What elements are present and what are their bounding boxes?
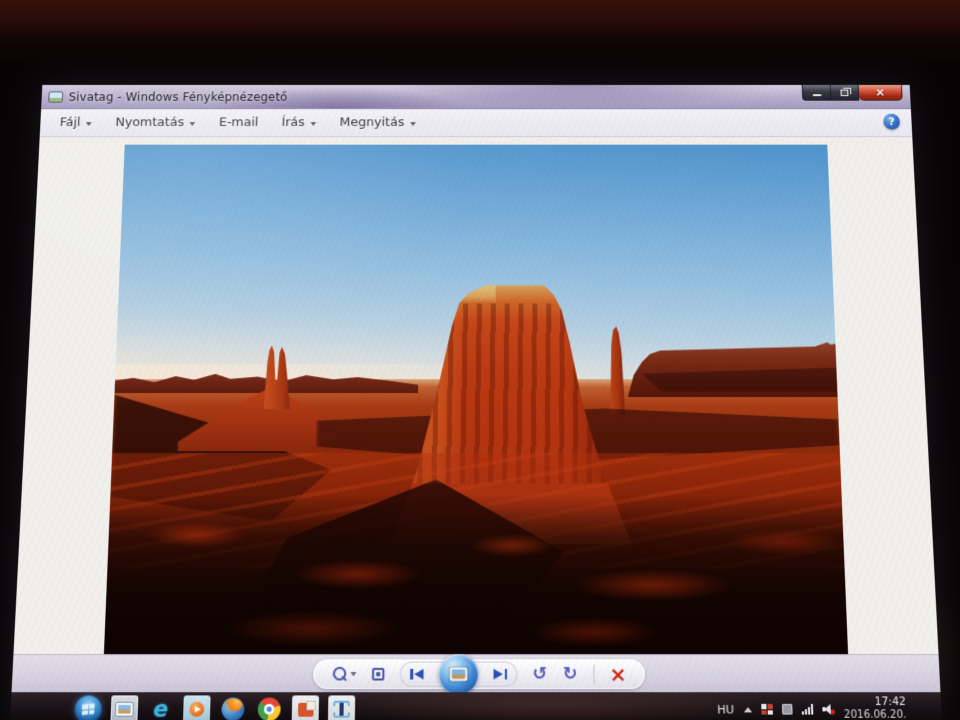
room-background-top: [0, 0, 960, 70]
delete-icon: ×: [609, 661, 627, 687]
actual-size-button[interactable]: [371, 659, 385, 689]
navigation-group: [399, 654, 518, 695]
rotate-ccw-icon: ↺: [532, 663, 548, 685]
menu-megnyitas[interactable]: Megnyitás: [328, 109, 428, 136]
delete-button[interactable]: ×: [609, 659, 627, 689]
windows-logo-icon: [81, 703, 95, 716]
close-button[interactable]: ×: [858, 84, 903, 101]
chevron-down-icon: [189, 121, 196, 126]
rotate-clockwise-button[interactable]: ↻: [563, 659, 578, 689]
rotate-counterclockwise-button[interactable]: ↺: [533, 659, 548, 689]
action-center-flag-icon[interactable]: [760, 703, 773, 715]
viewer-controls: ↺ ↻ ×: [313, 654, 646, 695]
internet-explorer-icon: e: [152, 695, 169, 720]
next-icon: [493, 669, 507, 680]
desert-photo: [103, 144, 849, 655]
rotate-cw-icon: ↻: [562, 663, 578, 685]
media-player-icon: [189, 701, 205, 717]
taskbar-internet-explorer[interactable]: e: [147, 695, 175, 720]
help-icon[interactable]: ?: [883, 113, 901, 130]
taskbar-powerpoint[interactable]: [291, 695, 320, 720]
viewer-client-area: [13, 137, 939, 655]
minimize-button[interactable]: [801, 84, 832, 101]
previous-button[interactable]: [410, 662, 425, 687]
taskbar-firefox[interactable]: [219, 695, 247, 720]
window-controls: ×: [801, 84, 903, 101]
photo-viewer-window-icon: [48, 90, 64, 103]
restore-icon: [840, 89, 849, 96]
toolbar-divider: [592, 664, 595, 684]
capture-tool-icon: [333, 701, 350, 718]
photographed-monitor-scene: Sivatag - Windows Fényképnézegető × Fájl…: [0, 0, 960, 720]
window-titlebar[interactable]: Sivatag - Windows Fényképnézegető ×: [41, 84, 911, 110]
window-title: Sivatag - Windows Fényképnézegető: [68, 90, 288, 104]
clock-time: 17:42: [874, 695, 907, 709]
close-icon: ×: [874, 85, 886, 99]
photo-foreground-mottle: [103, 474, 849, 655]
menu-fajl[interactable]: Fájl: [47, 109, 104, 136]
chevron-down-icon: [410, 121, 416, 126]
minimize-icon: [812, 93, 821, 96]
taskbar-media-player[interactable]: [182, 695, 211, 720]
taskbar-capture-tool[interactable]: [327, 695, 356, 720]
firefox-icon: [221, 697, 245, 720]
menubar: Fájl Nyomtatás E-mail Írás Megnyitás ?: [39, 109, 913, 138]
system-tray: HU 17:42 2016.06.20.: [717, 696, 942, 720]
magnifier-icon: [332, 667, 347, 682]
chevron-down-icon: [310, 121, 317, 126]
monitor-screen: Sivatag - Windows Fényképnézegető × Fájl…: [9, 84, 943, 720]
actual-size-icon: [371, 667, 385, 681]
language-indicator[interactable]: HU: [717, 702, 734, 716]
chevron-down-icon: [350, 672, 357, 677]
taskbar-chrome[interactable]: [255, 695, 283, 720]
network-signal-icon[interactable]: [801, 703, 813, 715]
start-button[interactable]: [74, 695, 103, 720]
taskbar-clock[interactable]: 17:42 2016.06.20.: [843, 696, 907, 720]
powerpoint-icon: [297, 702, 314, 717]
menu-nyomtatas[interactable]: Nyomtatás: [103, 109, 208, 136]
chrome-icon: [257, 697, 281, 720]
chevron-down-icon: [86, 121, 93, 126]
hidden-icons-arrow-icon[interactable]: [743, 706, 752, 712]
play-slideshow-button[interactable]: [438, 654, 479, 695]
photo-viewer-icon: [114, 701, 134, 717]
taskbar: e HU 17:42 2016.06.20.: [9, 692, 943, 720]
clock-date: 2016.06.20.: [843, 709, 907, 720]
menu-iras[interactable]: Írás: [270, 109, 329, 136]
zoom-button[interactable]: [332, 659, 357, 689]
viewer-toolbar: ↺ ↻ ×: [11, 654, 941, 695]
tray-app-icon[interactable]: [781, 703, 793, 715]
taskbar-photo-viewer[interactable]: [110, 695, 139, 720]
next-button[interactable]: [493, 662, 507, 687]
volume-muted-icon[interactable]: [822, 704, 835, 715]
slideshow-icon: [449, 667, 468, 682]
menu-email[interactable]: E-mail: [207, 109, 270, 136]
restore-button[interactable]: [830, 84, 860, 101]
previous-icon: [410, 669, 424, 680]
taskbar-apps: e: [74, 695, 356, 720]
